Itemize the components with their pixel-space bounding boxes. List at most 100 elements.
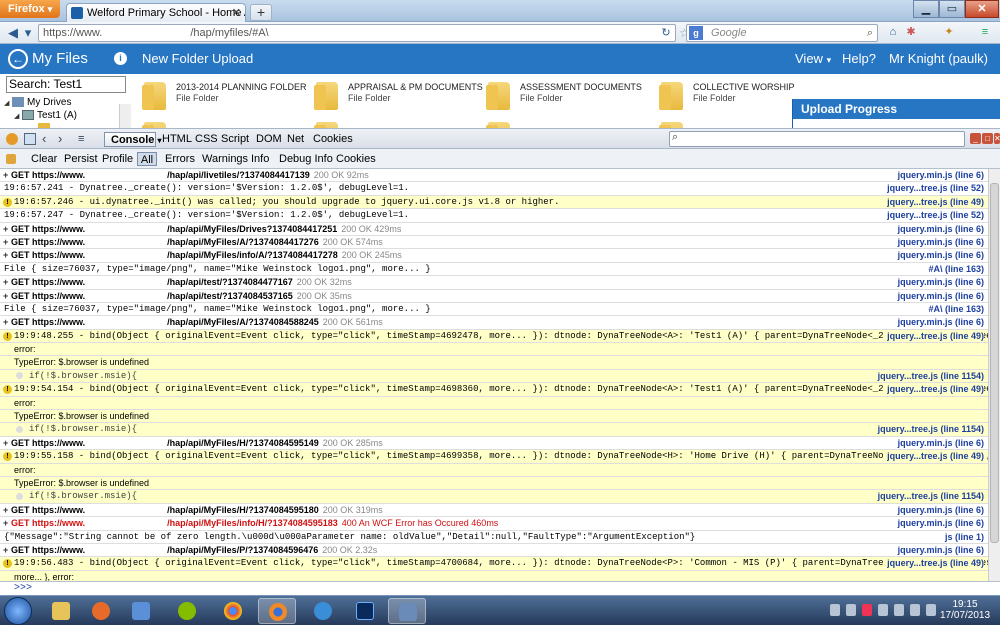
tray-app-icon[interactable]	[878, 604, 888, 616]
expand-icon[interactable]: +	[3, 504, 11, 516]
network-request-row[interactable]: + GET https://www. /hap/api/MyFiles/H/?137…	[0, 436, 988, 451]
source-link[interactable]: jquery...tree.js (line 1154)	[873, 490, 984, 503]
network-request-row[interactable]: + GET https://www. /hap/api/MyFiles/P/?137…	[0, 543, 988, 558]
source-link[interactable]: #A\ (line 163)	[924, 303, 984, 315]
firefox-taskbar-button[interactable]	[258, 598, 296, 624]
expand-icon[interactable]: +	[3, 544, 11, 556]
expand-icon[interactable]: +	[3, 223, 11, 235]
tray-app-icon[interactable]	[846, 604, 856, 616]
firefox-menu-button[interactable]: Firefox ▾	[0, 0, 60, 18]
source-link[interactable]: jquery.min.js (line 6)	[893, 289, 984, 302]
source-link[interactable]: js (line 1)	[941, 531, 984, 543]
start-button[interactable]	[4, 597, 32, 625]
reload-icon[interactable]: ↻	[660, 25, 672, 43]
clock[interactable]: 19:15 17/07/2013	[940, 599, 990, 621]
expand-icon[interactable]: +	[3, 316, 11, 328]
source-link[interactable]: jquery.min.js (line 6)	[893, 543, 984, 557]
app-taskbar-button[interactable]	[122, 598, 160, 624]
volume-icon[interactable]	[926, 604, 936, 616]
view-button[interactable]: View ▾	[795, 44, 831, 74]
folder-item[interactable]	[138, 114, 308, 128]
filter-errors-button[interactable]: Errors	[165, 152, 195, 166]
tab-cookies[interactable]: Cookies	[313, 132, 353, 147]
filter-warnings-button[interactable]: Warnings	[202, 152, 248, 166]
flag-icon[interactable]	[910, 604, 920, 616]
tree-scrollbar[interactable]	[119, 104, 131, 128]
network-request-row[interactable]: + GET https://www. /hap/api/test/?13740845…	[0, 289, 988, 303]
firebug-search-input[interactable]	[669, 131, 965, 147]
expand-icon[interactable]: +	[3, 236, 11, 248]
tab-console[interactable]: Console ▾	[104, 132, 161, 147]
network-request-row[interactable]: + GET https://www. /hap/api/MyFiles/H/?137…	[0, 503, 988, 518]
tab-script[interactable]: Script	[221, 132, 249, 147]
search-bar[interactable]: g Google ⌕	[686, 24, 878, 42]
help-button[interactable]: Help?	[842, 44, 876, 74]
browser-tab[interactable]: Welford Primary School - Home Access ...…	[66, 3, 246, 22]
info-icon[interactable]: i	[114, 52, 127, 65]
expand-icon[interactable]: +	[3, 517, 11, 529]
source-link[interactable]: jquery.min.js (line 6)	[893, 235, 984, 249]
source-link[interactable]: jquery...tree.js (line 52)	[883, 209, 984, 221]
command-line-input[interactable]: >>>	[0, 581, 1000, 595]
list-icon[interactable]: ≡	[78, 132, 84, 147]
expand-icon[interactable]: +	[3, 437, 11, 449]
filter-debug-info-button[interactable]: Debug Info	[279, 152, 333, 166]
source-link[interactable]: jquery.min.js (line 6)	[893, 316, 984, 329]
maximize-window-button[interactable]: ▭	[939, 0, 965, 18]
network-request-row[interactable]: + GET https://www. /hap/api/MyFiles/A/?137…	[0, 235, 988, 250]
spotify-taskbar-button[interactable]	[168, 598, 206, 624]
search-input[interactable]: Search: Test1	[6, 76, 126, 93]
network-request-row[interactable]: + GET https://www. /hap/api/MyFiles/Drives…	[0, 222, 988, 236]
source-link[interactable]: jquery...tree.js (line 1154)	[873, 423, 984, 436]
persist-button[interactable]: Persist	[64, 152, 98, 166]
breakpoint-icon[interactable]	[16, 425, 23, 433]
source-link[interactable]: jquery.min.js (line 6)	[893, 503, 984, 517]
new-tab-button[interactable]: +	[250, 4, 272, 21]
folder-item[interactable]	[482, 114, 652, 128]
firebug-status-icon[interactable]: ✱	[904, 24, 918, 42]
expand-icon[interactable]: +	[3, 249, 11, 261]
new-folder-button[interactable]: New Folder	[142, 44, 208, 74]
minimize-window-button[interactable]: ▁	[913, 0, 939, 18]
menu-icon[interactable]: ≡	[978, 24, 992, 42]
tree-item-my-drives[interactable]: ◢ My Drives	[4, 96, 134, 109]
breakpoint-icon[interactable]	[16, 492, 23, 500]
search-icon[interactable]: ⌕	[867, 25, 873, 41]
clear-button[interactable]: Clear	[31, 152, 57, 166]
close-tab-icon[interactable]: ✕	[232, 4, 241, 22]
expand-icon[interactable]: +	[3, 290, 11, 302]
forward-arrow-icon[interactable]: ›	[58, 131, 62, 146]
source-link[interactable]: jquery.min.js (line 6)	[893, 517, 984, 530]
network-request-row[interactable]: + GET https://www. /hap/api/MyFiles/A/?137…	[0, 316, 988, 330]
network-request-row[interactable]: + GET https://www. /hap/api/MyFiles/info/H…	[0, 517, 988, 531]
filter-info-button[interactable]: Info	[251, 152, 269, 166]
network-request-row[interactable]: + GET https://www. /hap/api/test/?13740844…	[0, 276, 988, 290]
source-link[interactable]: #A\ (line 163)	[924, 263, 984, 275]
detach-panel-icon[interactable]: □	[982, 133, 993, 144]
network-request-row[interactable]: + GET https://www. /hap/api/MyFiles/info/A…	[0, 249, 988, 263]
filter-cookies-button[interactable]: Cookies	[336, 152, 376, 166]
close-window-button[interactable]: ✕	[965, 0, 999, 18]
source-link[interactable]: jquery...tree.js (line 52)	[883, 182, 984, 194]
tab-dom[interactable]: DOM	[256, 132, 282, 147]
remote-desktop-taskbar-button[interactable]	[388, 598, 426, 624]
source-link[interactable]: jquery...tree.js (line 49)	[883, 450, 984, 463]
source-link[interactable]: jquery.min.js (line 6)	[893, 276, 984, 289]
photoshop-taskbar-button[interactable]	[346, 598, 384, 624]
dropdown-icon[interactable]: ▾	[22, 24, 34, 42]
tab-html[interactable]: HTML	[162, 132, 192, 147]
source-link[interactable]: jquery...tree.js (line 49)	[883, 195, 984, 209]
clear-console-icon[interactable]	[6, 154, 16, 164]
breakpoint-icon[interactable]	[16, 371, 23, 379]
expand-icon[interactable]: +	[3, 276, 11, 288]
url-bar[interactable]: https://www. /hap/myfiles/#A\ ☆	[38, 24, 690, 42]
network-request-row[interactable]: + GET https://www. /hap/api/livetiles/?137…	[0, 169, 988, 183]
source-link[interactable]: jquery...tree.js (line 49)	[883, 557, 984, 570]
scrollbar-thumb[interactable]	[990, 183, 999, 543]
source-link[interactable]: jquery.min.js (line 6)	[893, 169, 984, 182]
source-link[interactable]: jquery...tree.js (line 49)	[883, 383, 984, 396]
source-link[interactable]: jquery.min.js (line 6)	[893, 222, 984, 235]
tab-net[interactable]: Net	[287, 132, 304, 147]
tray-arrow-icon[interactable]	[830, 604, 840, 616]
network-icon[interactable]	[894, 604, 904, 616]
